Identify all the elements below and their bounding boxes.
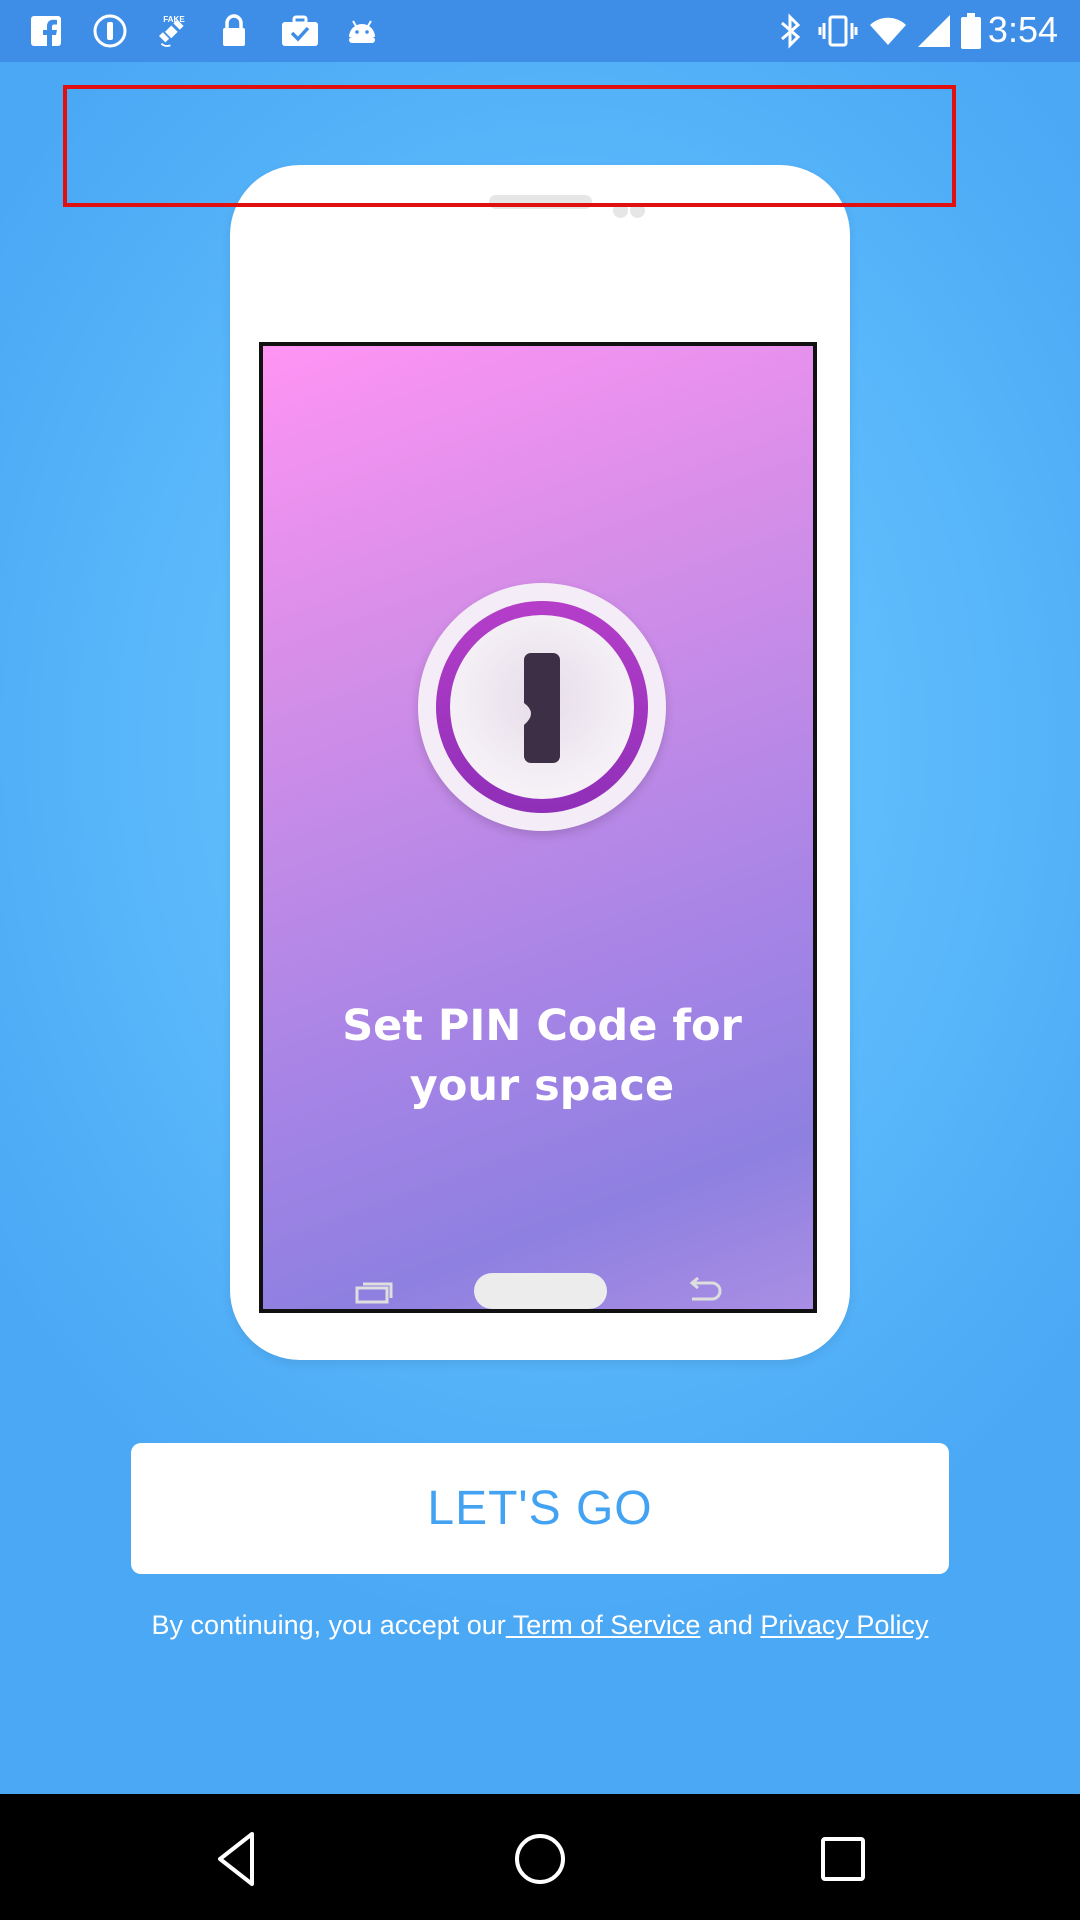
fake-gps-satellite-icon: FAKE — [159, 15, 185, 47]
home-softkey — [474, 1273, 607, 1309]
onboarding-screen: Set PIN Code for your space LET'S GO By … — [0, 62, 1080, 1794]
legal-notice: By continuing, you accept our Term of Se… — [0, 1610, 1080, 1641]
phone-illustration: Set PIN Code for your space — [230, 165, 850, 1360]
vibrate-icon — [818, 15, 858, 47]
terms-of-service-link[interactable]: Term of Service — [506, 1610, 701, 1640]
back-icon[interactable] — [202, 1824, 272, 1894]
briefcase-check-icon — [282, 15, 318, 46]
recents-icon[interactable] — [808, 1824, 878, 1894]
security-shield-icon — [93, 14, 127, 48]
status-bar: FAKE 3:54 — [0, 0, 1080, 62]
battery-icon — [961, 13, 981, 49]
recents-softkey-icon — [355, 1282, 393, 1304]
keyhole-logo-icon — [418, 583, 666, 831]
phone-screen: Set PIN Code for your space — [259, 342, 817, 1313]
status-time: 3:54 — [987, 9, 1058, 50]
legal-prefix: By continuing, you accept our — [151, 1610, 506, 1640]
bluetooth-icon — [781, 13, 801, 49]
screen-title: Set PIN Code for your space — [342, 1001, 742, 1111]
signal-icon — [918, 15, 950, 47]
back-softkey-icon — [689, 1277, 722, 1301]
legal-conjunction: and — [700, 1610, 761, 1640]
wifi-icon — [870, 17, 906, 45]
lock-icon — [223, 14, 245, 46]
nav-bar — [0, 1794, 1080, 1920]
facebook-icon — [31, 16, 61, 49]
highlight-box — [63, 85, 956, 207]
home-icon[interactable] — [505, 1824, 575, 1894]
android-icon — [349, 20, 375, 43]
keyhole-icon — [524, 653, 560, 763]
privacy-policy-link[interactable]: Privacy Policy — [760, 1610, 928, 1640]
lets-go-button[interactable]: LET'S GO — [131, 1443, 949, 1574]
